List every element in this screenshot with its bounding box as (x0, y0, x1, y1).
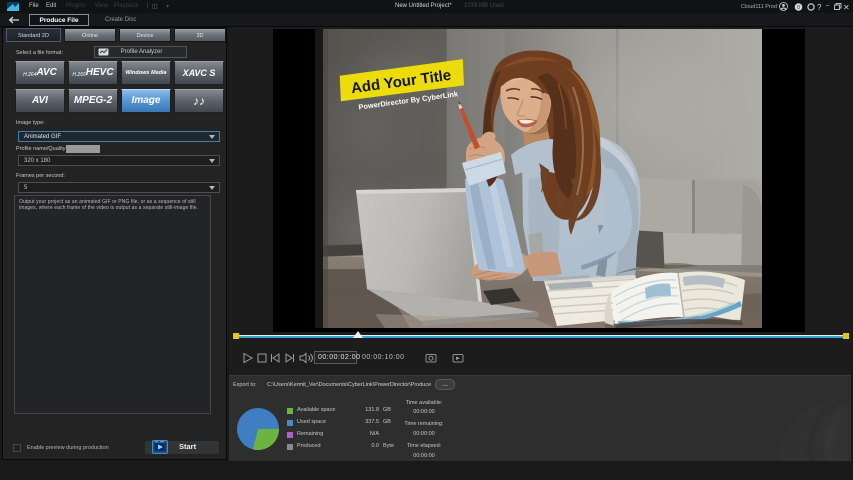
svg-text:0: 0 (797, 5, 800, 11)
